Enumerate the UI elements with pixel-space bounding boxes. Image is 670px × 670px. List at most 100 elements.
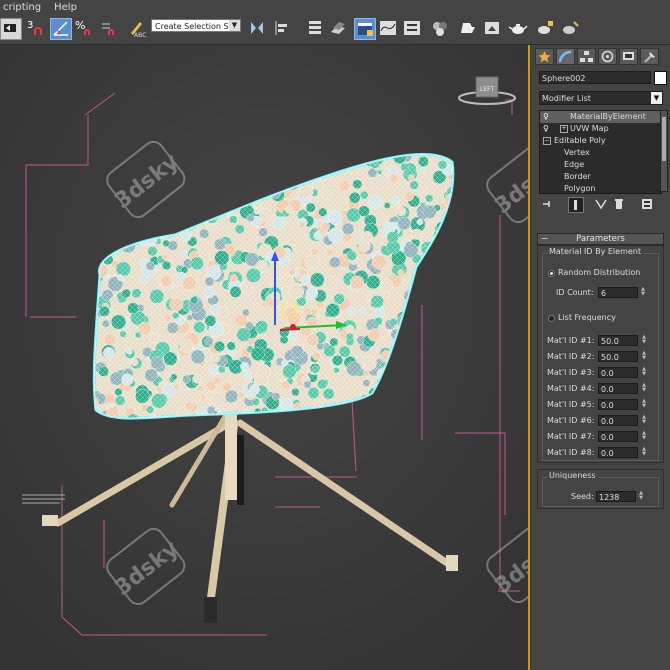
stack-item-vertex[interactable]: Vertex <box>540 147 661 159</box>
undo-icon <box>4 24 16 32</box>
stack-item-materialbyelement[interactable]: ♀ MaterialByElement <box>540 111 661 123</box>
spinner-arrows-icon[interactable]: ▲ ▼ <box>640 335 648 346</box>
spinner-arrows-icon[interactable]: ▲ ▼ <box>640 383 648 394</box>
stack-item-label: Polygon <box>564 184 596 193</box>
ribbon-icon <box>358 23 373 36</box>
trash-icon <box>615 199 623 209</box>
random-distribution-radio[interactable] <box>548 270 555 277</box>
tab-modify[interactable] <box>556 48 575 65</box>
parameters-rollout-header[interactable]: − Parameters <box>537 233 664 245</box>
display-monitor-icon <box>623 52 634 60</box>
spinner-arrows-icon[interactable]: ▲ ▼ <box>639 287 647 298</box>
tab-utilities[interactable] <box>640 48 659 65</box>
pin-stack-button[interactable] <box>541 197 555 211</box>
material-editor-button[interactable] <box>430 18 450 38</box>
stack-item-label: Vertex <box>564 148 590 157</box>
spinner-arrows-icon[interactable]: ▲ ▼ <box>640 399 648 410</box>
align-button[interactable] <box>272 18 292 38</box>
mirror-button[interactable] <box>247 18 267 38</box>
render-production-button[interactable] <box>508 18 528 38</box>
stack-item-uvw-map[interactable]: ♀ + UVW Map <box>540 123 661 135</box>
spinner-arrows-icon[interactable]: ▲ ▼ <box>640 447 648 458</box>
id-count-label: ID Count: <box>556 288 594 297</box>
mat-id-spinner[interactable]: 0.0 <box>598 431 638 442</box>
show-end-result-button[interactable] <box>568 197 584 213</box>
render-setup-button[interactable] <box>458 18 478 38</box>
list-frequency-label: List Frequency <box>558 313 616 322</box>
material-id-group: Material ID By Element Random Distributi… <box>542 247 659 461</box>
stack-item-editable-poly[interactable]: − Editable Poly <box>540 135 661 147</box>
spinner-arrows-icon[interactable]: ▲ ▼ <box>640 367 648 378</box>
tab-create[interactable] <box>535 48 554 65</box>
stack-item-polygon[interactable]: Polygon <box>540 183 661 193</box>
teapot-iterative-icon <box>563 21 579 34</box>
stack-item-border[interactable]: Border <box>540 171 661 183</box>
make-unique-button[interactable] <box>594 197 608 211</box>
spinner-arrows-icon[interactable]: ▲ ▼ <box>640 431 648 442</box>
object-name-field[interactable]: Sphere002 <box>539 71 651 84</box>
expand-plus-icon: + <box>560 125 568 133</box>
perspective-viewport[interactable]: 3dsky 3dsky 3dsky 3dsky LEFT <box>0 45 529 670</box>
chevron-down-icon: ▼ <box>229 20 240 31</box>
tab-motion[interactable] <box>598 48 617 65</box>
menu-help[interactable]: Help <box>51 2 87 13</box>
menu-scripting[interactable]: cripting <box>0 2 51 13</box>
uniqueness-group: Uniqueness Seed: 1238 ▲ ▼ <box>542 471 659 507</box>
undo-button[interactable] <box>0 18 22 40</box>
scene-explorer-icon <box>331 22 345 34</box>
lightbulb-icon: ♀ <box>543 124 549 133</box>
named-selection-set-dropdown[interactable]: Create Selection Se ▼ <box>151 19 241 32</box>
spinner-arrows-icon[interactable]: ▲ ▼ <box>637 491 645 502</box>
scrollbar-thumb[interactable] <box>662 117 666 161</box>
create-star-icon <box>538 51 551 63</box>
modifier-list-dropdown[interactable]: Modifier List ▼ <box>539 91 663 105</box>
modifier-stack-scrollbar[interactable] <box>660 110 668 192</box>
spinner-arrows-icon[interactable]: ▲ ▼ <box>640 351 648 362</box>
command-panel-tabs <box>531 47 670 67</box>
modifier-stack[interactable]: ♀ MaterialByElement ♀ + UVW Map − Editab… <box>539 110 662 194</box>
motion-icon <box>601 50 614 63</box>
configure-sets-icon <box>642 199 652 209</box>
toggle-ribbon-button[interactable] <box>354 18 376 40</box>
spinner-snap-icon <box>102 23 114 35</box>
seed-spinner[interactable]: 1238 <box>596 491 636 502</box>
mat-id-spinner[interactable]: 0.0 <box>598 399 638 410</box>
snap-magnet-icon: 3 <box>27 20 42 35</box>
viewcube-face-label: LEFT <box>480 86 494 93</box>
stack-item-edge[interactable]: Edge <box>540 159 661 171</box>
snap-toggle-button[interactable]: 3 <box>26 18 46 38</box>
schematic-view-button[interactable] <box>402 18 422 38</box>
configure-modifier-sets-button[interactable] <box>640 197 654 211</box>
tab-hierarchy[interactable] <box>577 48 596 65</box>
stack-item-label: Border <box>564 172 591 181</box>
mat-id-label: Mat'l ID #7: <box>547 432 595 441</box>
mat-id-spinner[interactable]: 0.0 <box>598 415 638 426</box>
collapse-minus-icon: − <box>543 137 551 145</box>
percent-snap-button[interactable]: % <box>74 18 94 38</box>
scene-explorer-button[interactable] <box>328 18 348 38</box>
spinner-arrows-icon[interactable]: ▲ ▼ <box>640 415 648 426</box>
mat-id-spinner[interactable]: 0.0 <box>598 383 638 394</box>
layer-manager-button[interactable] <box>305 18 325 38</box>
angle-snap-button[interactable] <box>50 18 72 40</box>
uniqueness-rollout: Uniqueness Seed: 1238 ▲ ▼ <box>537 469 664 509</box>
named-selection-set-value: Create Selection Se <box>155 22 234 31</box>
render-setup-icon <box>461 23 475 33</box>
mat-id-spinner[interactable]: 50.0 <box>598 351 638 362</box>
spinner-snap-button[interactable] <box>98 18 118 38</box>
render-active-shade-button[interactable] <box>535 18 555 38</box>
rendered-frame-button[interactable] <box>482 18 502 38</box>
object-color-swatch[interactable] <box>654 71 667 85</box>
mat-id-spinner[interactable]: 0.0 <box>598 367 638 378</box>
curve-editor-button[interactable] <box>378 18 398 38</box>
id-count-spinner[interactable]: 6 <box>598 287 638 298</box>
make-unique-icon <box>595 199 607 210</box>
remove-modifier-button[interactable] <box>612 197 626 211</box>
mat-id-label: Mat'l ID #2: <box>547 352 595 361</box>
render-iterative-button[interactable] <box>560 18 580 38</box>
list-frequency-radio[interactable] <box>548 315 555 322</box>
mat-id-spinner[interactable]: 50.0 <box>598 335 638 346</box>
mat-id-spinner[interactable]: 0.0 <box>598 447 638 458</box>
edit-named-selection-button[interactable]: ABC <box>126 18 146 39</box>
tab-display[interactable] <box>619 48 638 65</box>
